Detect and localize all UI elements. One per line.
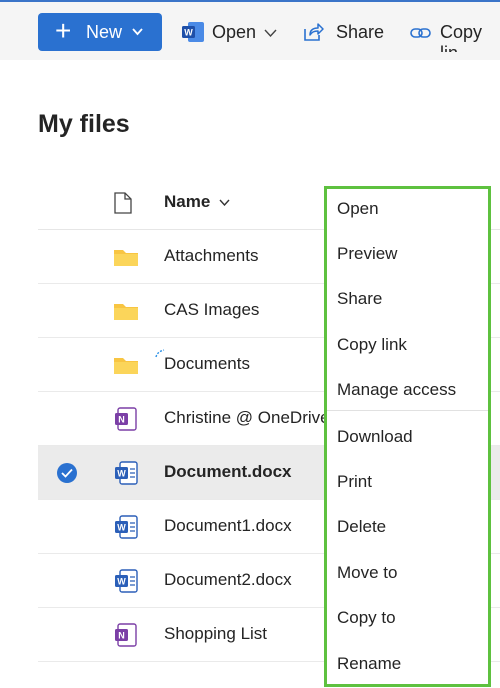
chevron-down-icon	[264, 29, 277, 37]
share-button[interactable]: Share	[300, 12, 384, 52]
menu-item-copy-to[interactable]: Copy to	[337, 608, 396, 628]
folder-icon	[114, 250, 138, 266]
chevron-down-icon	[132, 28, 143, 36]
plus-icon: +	[55, 15, 72, 46]
open-label: Open	[212, 22, 257, 42]
word-icon: W	[115, 569, 138, 593]
column-header-name-label: Name	[164, 192, 211, 211]
menu-item-open[interactable]: Open	[337, 199, 379, 219]
new-button-label: New	[86, 22, 123, 42]
file-name[interactable]: Document1.docx	[164, 516, 292, 536]
menu-item-copy-link[interactable]: Copy link	[337, 335, 407, 355]
svg-text:W: W	[117, 577, 126, 587]
copy-link-label: Copy lin	[440, 22, 483, 52]
menu-item-rename[interactable]: Rename	[337, 654, 401, 674]
folder-icon	[114, 358, 138, 374]
word-icon: W	[115, 515, 138, 539]
svg-text:N: N	[118, 415, 125, 425]
menu-item-share[interactable]: Share	[337, 289, 382, 309]
folder-icon	[114, 304, 138, 320]
file-name[interactable]: Shopping List	[164, 624, 267, 644]
new-button[interactable]: + New	[38, 13, 162, 51]
svg-text:W: W	[117, 469, 126, 479]
menu-item-manage-access[interactable]: Manage access	[337, 380, 456, 400]
file-name[interactable]: CAS Images	[164, 300, 259, 320]
document-icon	[114, 192, 132, 214]
svg-text:W: W	[117, 523, 126, 533]
menu-item-print[interactable]: Print	[337, 472, 372, 492]
page-title: My files	[38, 110, 130, 138]
word-icon: W	[115, 461, 138, 485]
checkmark-icon[interactable]	[57, 463, 77, 483]
context-menu: Open Preview Share Copy link Manage acce…	[324, 186, 491, 687]
menu-item-preview[interactable]: Preview	[337, 244, 397, 264]
menu-item-move-to[interactable]: Move to	[337, 563, 397, 583]
file-name[interactable]: Documents	[164, 354, 250, 374]
file-name[interactable]: Document2.docx	[164, 570, 292, 590]
file-name[interactable]: Document.docx	[164, 462, 292, 482]
onenote-icon: N	[115, 623, 137, 647]
column-header-name[interactable]: Name	[164, 192, 210, 212]
share-label: Share	[336, 22, 385, 42]
chevron-down-icon[interactable]	[219, 199, 230, 206]
word-icon: W	[182, 22, 204, 42]
menu-divider	[327, 410, 488, 411]
svg-text:N: N	[118, 631, 125, 641]
link-icon	[410, 28, 431, 38]
svg-text:W: W	[184, 28, 193, 38]
open-button[interactable]: W Open	[180, 12, 282, 52]
file-name[interactable]: Attachments	[164, 246, 259, 266]
menu-item-download[interactable]: Download	[337, 427, 413, 447]
file-name[interactable]: Christine @ OneDrive	[164, 408, 330, 428]
share-icon	[304, 23, 324, 41]
onenote-icon: N	[115, 407, 137, 431]
command-bar: + New W Open Share Copy lin	[0, 0, 500, 60]
menu-item-delete[interactable]: Delete	[337, 517, 386, 537]
copy-link-button[interactable]: Copy lin	[406, 12, 500, 52]
